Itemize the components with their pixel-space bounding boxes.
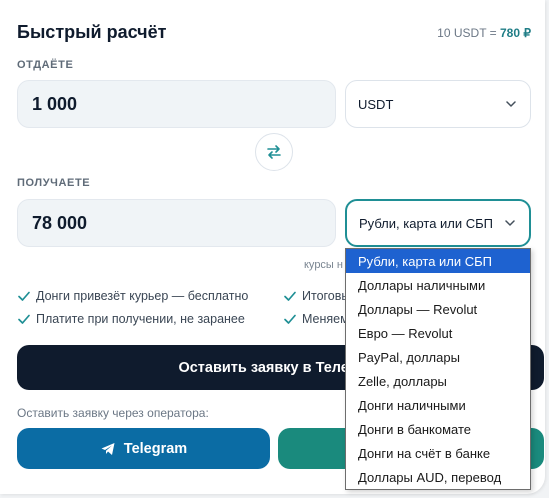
- feature-text: Донги привезёт курьер — бесплатно: [36, 289, 249, 303]
- dropdown-option[interactable]: Доллары наличными: [346, 273, 530, 297]
- feature-item: Итоговы: [283, 289, 350, 303]
- rate-value: 780 ₽: [500, 26, 531, 40]
- check-icon: [284, 314, 296, 324]
- chevron-down-icon: [505, 220, 515, 226]
- receive-amount-input[interactable]: 78 000: [17, 199, 336, 247]
- chevron-down-icon: [506, 101, 516, 107]
- page-title: Быстрый расчёт: [17, 22, 167, 42]
- receive-method-dropdown[interactable]: Рубли, карта или СБП Доллары наличными Д…: [345, 248, 531, 490]
- feature-item: Донги привезёт курьер — бесплатно: [17, 289, 248, 303]
- feature-text: Меняем: [302, 312, 349, 326]
- dropdown-option[interactable]: Доллары — Revolut: [346, 297, 530, 321]
- telegram-button-label: Telegram: [123, 440, 188, 457]
- feature-text: Платите при получении, не заранее: [36, 312, 245, 326]
- swap-arrows-icon: [267, 145, 281, 159]
- dropdown-option[interactable]: Евро — Revolut: [346, 321, 530, 345]
- check-icon: [18, 291, 30, 301]
- dropdown-option[interactable]: Zelle, доллары: [346, 369, 530, 393]
- give-amount-input[interactable]: 1 000: [17, 80, 336, 128]
- dropdown-option[interactable]: Доллары AUD, перевод: [346, 465, 530, 489]
- dropdown-option[interactable]: Донги на счёт в банке: [346, 441, 530, 465]
- give-currency-value: USDT: [358, 96, 394, 112]
- receive-method-value: Рубли, карта или СБП: [359, 215, 494, 231]
- telegram-plane-icon: [101, 442, 115, 455]
- rate-prefix: 10 USDT =: [437, 26, 497, 40]
- give-label: ОТДАЁТЕ: [17, 59, 74, 71]
- receive-method-select[interactable]: Рубли, карта или СБП: [345, 199, 531, 247]
- check-icon: [18, 314, 30, 324]
- dropdown-option[interactable]: Донги в банкомате: [346, 417, 530, 441]
- swap-button[interactable]: [255, 133, 293, 171]
- feature-item: Платите при получении, не заранее: [17, 312, 245, 326]
- feature-text: Итоговы: [302, 289, 351, 303]
- operator-label: Оставить заявку через оператора:: [17, 406, 209, 420]
- check-icon: [284, 291, 296, 301]
- dropdown-option[interactable]: Донги наличными: [346, 393, 530, 417]
- telegram-button[interactable]: Telegram: [17, 428, 270, 469]
- dropdown-option[interactable]: PayPal, доллары: [346, 345, 530, 369]
- receive-label: ПОЛУЧАЕТЕ: [17, 177, 91, 189]
- dropdown-option[interactable]: Рубли, карта или СБП: [346, 249, 530, 273]
- feature-item: Меняем: [283, 312, 349, 326]
- rates-hint: курсы н: [304, 259, 343, 271]
- give-currency-select[interactable]: USDT: [345, 80, 531, 128]
- rate-info: 10 USDT = 780 ₽: [437, 26, 531, 40]
